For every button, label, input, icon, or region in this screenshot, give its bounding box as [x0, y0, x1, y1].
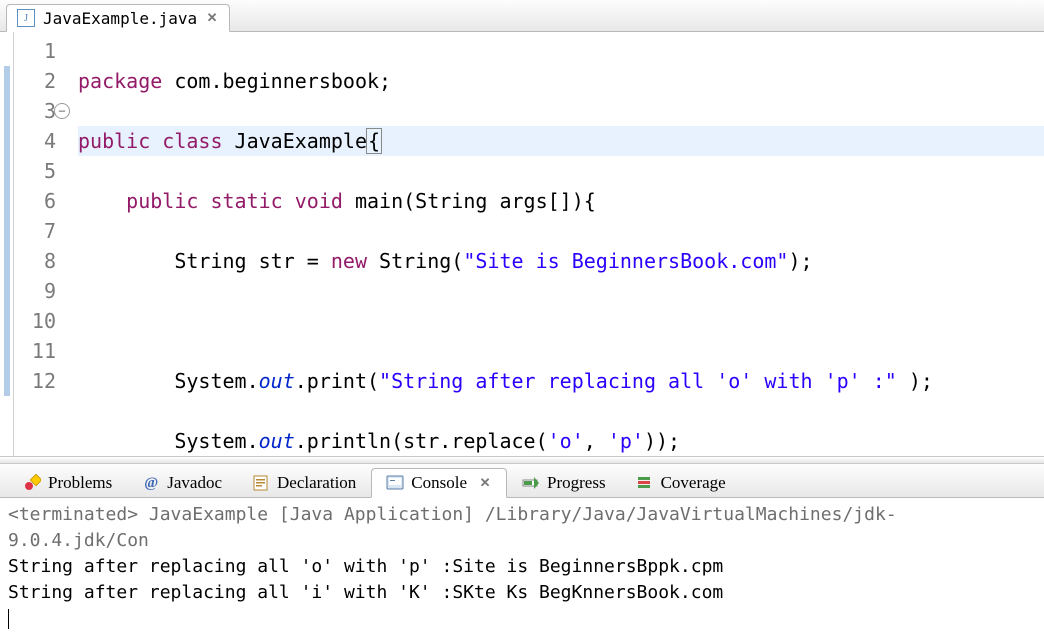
code-line	[78, 306, 1044, 336]
console-view[interactable]: <terminated> JavaExample [Java Applicati…	[0, 498, 1044, 636]
editor-tab-javaexample[interactable]: J JavaExample.java ✕	[6, 4, 230, 32]
editor-tabbar: J JavaExample.java ✕	[0, 0, 1044, 32]
console-cursor	[8, 606, 1036, 632]
code-line: String str = new String("Site is Beginne…	[78, 246, 1044, 276]
tab-coverage[interactable]: Coverage	[621, 468, 741, 498]
javadoc-icon: @	[142, 474, 160, 492]
marker-strip	[0, 32, 14, 456]
console-icon	[386, 474, 404, 492]
tab-label: Coverage	[661, 473, 726, 493]
code-editor[interactable]: 1 2 3− 4 5 6 7 8 9 10 11 12 package com.…	[0, 32, 1044, 456]
tab-declaration[interactable]: Declaration	[237, 468, 371, 498]
tab-label: Progress	[547, 473, 606, 493]
close-icon[interactable]: ✕	[205, 11, 219, 25]
declaration-icon	[252, 474, 270, 492]
coverage-icon	[636, 474, 654, 492]
tab-label: Declaration	[277, 473, 356, 493]
editor-tab-label: JavaExample.java	[43, 9, 197, 28]
splitter[interactable]	[0, 456, 1044, 464]
console-process-header: <terminated> JavaExample [Java Applicati…	[8, 502, 1036, 554]
console-output-line: String after replacing all 'o' with 'p' …	[8, 554, 1036, 580]
tab-label: Problems	[48, 473, 112, 493]
tab-console[interactable]: Console ✕	[371, 468, 507, 498]
line-number-gutter: 1 2 3− 4 5 6 7 8 9 10 11 12	[14, 32, 64, 456]
eclipse-window: J JavaExample.java ✕ 1 2 3− 4 5	[0, 0, 1044, 636]
progress-icon	[522, 474, 540, 492]
code-line: System.out.print("String after replacing…	[78, 366, 1044, 396]
problems-icon	[23, 474, 41, 492]
tab-problems[interactable]: Problems	[8, 468, 127, 498]
close-icon[interactable]: ✕	[478, 476, 492, 490]
tab-label: Javadoc	[167, 473, 222, 493]
tab-label: Console	[411, 473, 467, 493]
code-area[interactable]: package com.beginnersbook; public class …	[64, 32, 1044, 456]
code-line: System.out.println(str.replace('o', 'p')…	[78, 426, 1044, 456]
code-line: public static void main(String args[]){	[78, 186, 1044, 216]
tab-progress[interactable]: Progress	[507, 468, 621, 498]
console-output-line: String after replacing all 'i' with 'K' …	[8, 580, 1036, 606]
code-line: public class JavaExample{	[78, 126, 1044, 156]
java-file-icon: J	[17, 9, 35, 27]
code-line: package com.beginnersbook;	[78, 66, 1044, 96]
tab-javadoc[interactable]: @ Javadoc	[127, 468, 237, 498]
bottom-tabbar: Problems @ Javadoc Declaration Console ✕…	[0, 464, 1044, 498]
